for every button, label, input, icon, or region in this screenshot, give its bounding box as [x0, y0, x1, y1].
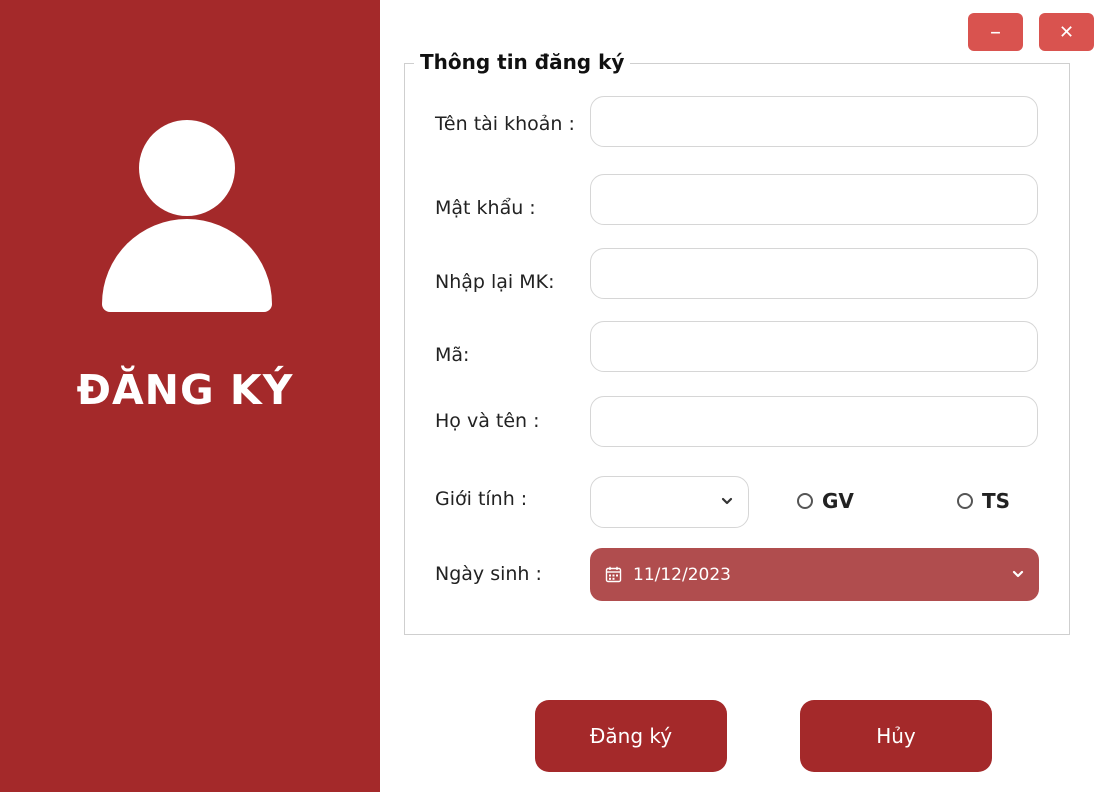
confirm-password-label: Nhập lại MK:	[435, 271, 555, 293]
chevron-down-icon	[721, 497, 733, 505]
birthdate-label: Ngày sinh :	[435, 563, 542, 585]
user-icon-head	[139, 120, 235, 216]
radio-circle-icon	[797, 493, 813, 509]
radio-ts[interactable]: TS	[957, 489, 1010, 513]
calendar-icon	[605, 566, 622, 583]
minimize-button[interactable]: –	[968, 13, 1023, 51]
birthdate-value: 11/12/2023	[633, 564, 731, 585]
username-label: Tên tài khoản :	[435, 113, 575, 135]
password-field[interactable]	[590, 174, 1038, 225]
radio-ts-label: TS	[982, 489, 1011, 513]
code-label: Mã:	[435, 344, 470, 366]
password-label: Mật khẩu :	[435, 197, 536, 219]
full-name-field[interactable]	[590, 396, 1038, 447]
full-name-label: Họ và tên :	[435, 410, 540, 432]
gender-select[interactable]	[590, 476, 749, 528]
page-title: ĐĂNG KÝ	[76, 366, 294, 414]
close-icon: ✕	[1058, 21, 1075, 43]
radio-gv-label: GV	[822, 489, 854, 513]
user-icon-body	[102, 219, 272, 312]
username-field[interactable]	[590, 96, 1038, 147]
groupbox-legend: Thông tin đăng ký	[414, 50, 631, 74]
chevron-down-icon	[1012, 570, 1024, 578]
cancel-button[interactable]: Hủy	[800, 700, 992, 772]
minimize-icon: –	[990, 19, 1001, 45]
radio-gv[interactable]: GV	[797, 489, 854, 513]
gender-label: Giới tính :	[435, 488, 528, 510]
user-icon	[102, 120, 274, 312]
code-field[interactable]	[590, 321, 1038, 372]
register-button[interactable]: Đăng ký	[535, 700, 727, 772]
confirm-password-field[interactable]	[590, 248, 1038, 299]
sidebar-panel: ĐĂNG KÝ	[0, 0, 380, 792]
birthdate-picker[interactable]: 11/12/2023	[590, 548, 1039, 601]
close-button[interactable]: ✕	[1039, 13, 1094, 51]
radio-circle-icon	[957, 493, 973, 509]
